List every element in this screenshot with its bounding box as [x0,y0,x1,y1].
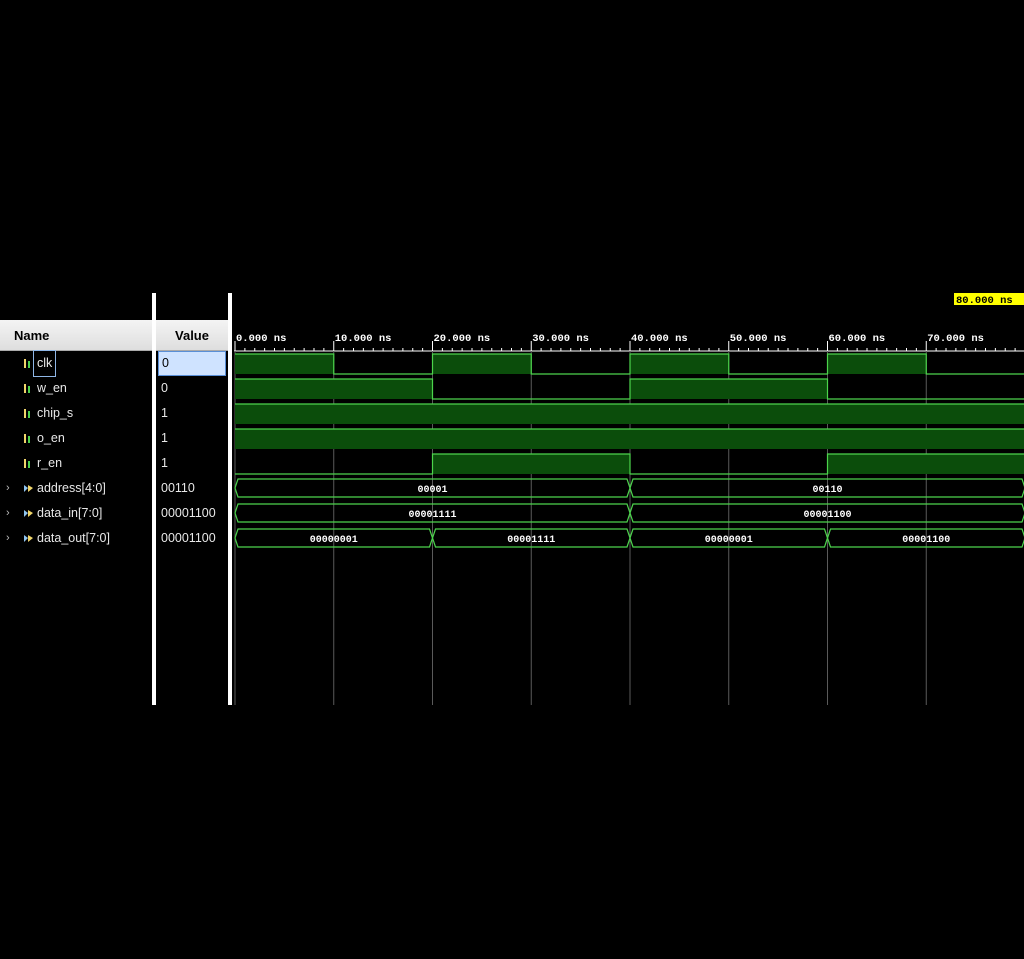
high-level-fill [432,454,630,474]
signal-name: chip_s [37,406,74,420]
bit-signal-icon [24,434,30,443]
bus-value-label: 00000001 [310,535,358,546]
signal-name: data_in[7:0] [37,506,103,520]
time-ruler[interactable]: 0.000 ns 10.000 ns 20.000 ns 30.000 ns 40.00… [234,333,1024,352]
signal-name: o_en [37,431,65,445]
waveform-splitter[interactable] [228,293,232,705]
high-level-fill [827,454,1024,474]
signal-row-data_in70[interactable]: › data_in[7:0] [0,501,152,526]
bit-signal-icon [24,409,30,418]
name-column-header[interactable]: Name [0,320,152,351]
signal-value[interactable]: 00001100 [156,501,228,526]
time-tick-label: 0.000 ns [236,333,286,345]
bus-value-label: 00001111 [507,535,555,546]
time-tick-label: 50.000 ns [730,333,787,345]
bit-signal-icon [24,359,30,368]
high-level-fill [235,354,334,374]
bus-value-label: 00001111 [408,510,456,521]
time-tick-label: 70.000 ns [927,333,984,345]
signal-row-w_en[interactable]: w_en [0,376,152,401]
signal-value[interactable]: 00001100 [156,526,228,551]
bit-signal-icon [24,459,30,468]
value-column-header[interactable]: Value [156,320,228,351]
bus-signal-icon [24,510,33,517]
bit-signal-icon [24,384,30,393]
time-tick-label: 30.000 ns [532,333,589,345]
signal-name: w_en [37,381,67,395]
signal-value[interactable]: 1 [156,426,228,451]
high-level-fill [235,429,1024,449]
expand-chevron-icon[interactable]: › [6,476,10,501]
high-level-fill [235,404,1024,424]
waveform-window: Name clk w_en chip_s o_en r_en › address[4:0] ›… [0,293,1024,705]
signal-row-address40[interactable]: › address[4:0] [0,476,152,501]
time-tick-label: 60.000 ns [829,333,886,345]
bus-value-label: 00000001 [705,535,753,546]
time-tick-label: 40.000 ns [631,333,688,345]
cursor-marker[interactable]: 80.000 ns [954,293,1024,307]
bus-signal-icon [24,535,33,542]
bus-value-label: 00001100 [902,535,950,546]
waveform-chip_s[interactable] [235,403,1024,424]
signal-value[interactable]: 0 [156,376,228,401]
high-level-fill [630,379,828,399]
waveform-area[interactable]: 0.000 ns 10.000 ns 20.000 ns 30.000 ns 40.00… [234,293,1024,705]
signal-row-chip_s[interactable]: chip_s [0,401,152,426]
cursor-time-label: 80.000 ns [956,295,1013,307]
signal-value[interactable]: 1 [156,451,228,476]
time-tick-label: 10.000 ns [335,333,392,345]
signal-row-data_out70[interactable]: › data_out[7:0] [0,526,152,551]
expand-chevron-icon[interactable]: › [6,526,10,551]
high-level-fill [630,354,729,374]
signal-row-clk[interactable]: clk [0,350,152,377]
signal-row-o_en[interactable]: o_en [0,426,152,451]
high-level-fill [432,354,532,374]
high-level-fill [827,354,927,374]
signal-name: r_en [37,456,63,470]
value-column: Value 0 0 1 1 1 00110 00001100 00001100 [156,320,228,705]
name-column: Name clk w_en chip_s o_en r_en › address[4:0] ›… [0,320,152,705]
signal-name: data_out[7:0] [37,531,110,545]
bus-signal-icon [24,485,33,492]
signal-value[interactable]: 0 [158,351,226,376]
waveform-r_en[interactable] [235,453,1024,475]
signal-value[interactable]: 1 [156,401,228,426]
signal-name: clk [32,350,57,377]
signal-name: address[4:0] [37,481,106,495]
waveform-o_en[interactable] [235,428,1024,449]
bus-value-label: 00001 [417,485,447,496]
expand-chevron-icon[interactable]: › [6,501,10,526]
waveform-clk[interactable] [235,353,1024,375]
time-tick-label: 20.000 ns [434,333,491,345]
signal-row-r_en[interactable]: r_en [0,451,152,476]
high-level-fill [235,379,433,399]
signal-value[interactable]: 00110 [156,476,228,501]
waveform-w_en[interactable] [235,378,1024,400]
bus-value-label: 00001100 [803,510,851,521]
bus-value-label: 00110 [812,485,842,496]
